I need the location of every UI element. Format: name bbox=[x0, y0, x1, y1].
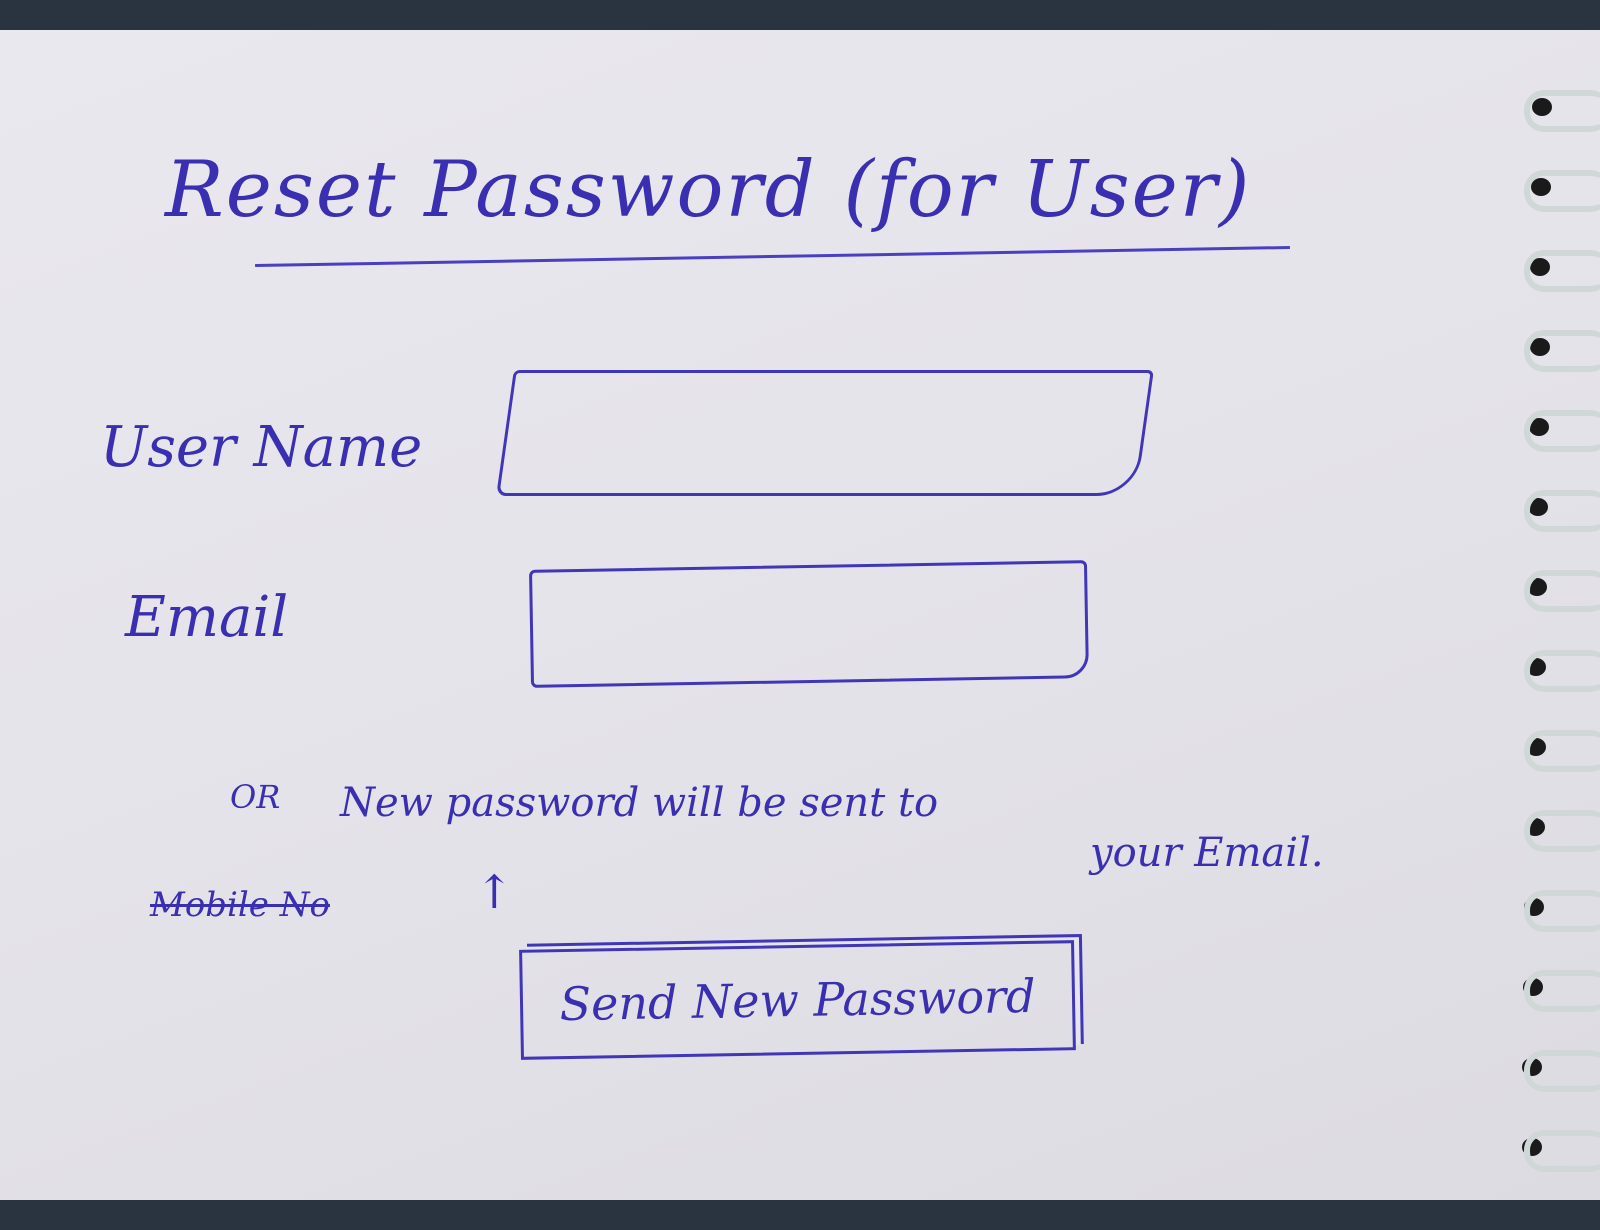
send-new-password-button[interactable]: Send New Password bbox=[519, 940, 1076, 1060]
username-label: User Name bbox=[100, 415, 423, 480]
or-marker: OR bbox=[230, 778, 281, 816]
info-note-line1: New password will be sent to bbox=[340, 780, 939, 826]
binding-ring bbox=[1524, 650, 1600, 692]
binding-ring bbox=[1524, 490, 1600, 532]
page-title: Reset Password (for User) bbox=[165, 145, 1252, 235]
notebook-page: Reset Password (for User) User Name Emai… bbox=[0, 30, 1600, 1200]
binding-ring bbox=[1524, 890, 1600, 932]
username-input[interactable] bbox=[496, 370, 1154, 496]
binding-ring bbox=[1524, 570, 1600, 612]
email-label: Email bbox=[125, 585, 289, 650]
binding-ring bbox=[1524, 250, 1600, 292]
arrow-up-icon: ↑ bbox=[475, 865, 514, 919]
email-input[interactable] bbox=[529, 560, 1089, 688]
binding-ring bbox=[1524, 410, 1600, 452]
title-underline bbox=[255, 245, 1290, 268]
binding-ring bbox=[1524, 730, 1600, 772]
binding-ring bbox=[1524, 970, 1600, 1012]
binding-ring bbox=[1524, 1130, 1600, 1172]
binding-ring bbox=[1524, 810, 1600, 852]
binding-ring bbox=[1524, 330, 1600, 372]
info-note-line2: your Email. bbox=[1090, 830, 1324, 876]
binding-ring bbox=[1524, 90, 1600, 132]
struck-mobile-option: Mobile No bbox=[150, 885, 330, 925]
binding-ring bbox=[1524, 1050, 1600, 1092]
spiral-binding bbox=[1510, 90, 1600, 1230]
binding-ring bbox=[1524, 170, 1600, 212]
